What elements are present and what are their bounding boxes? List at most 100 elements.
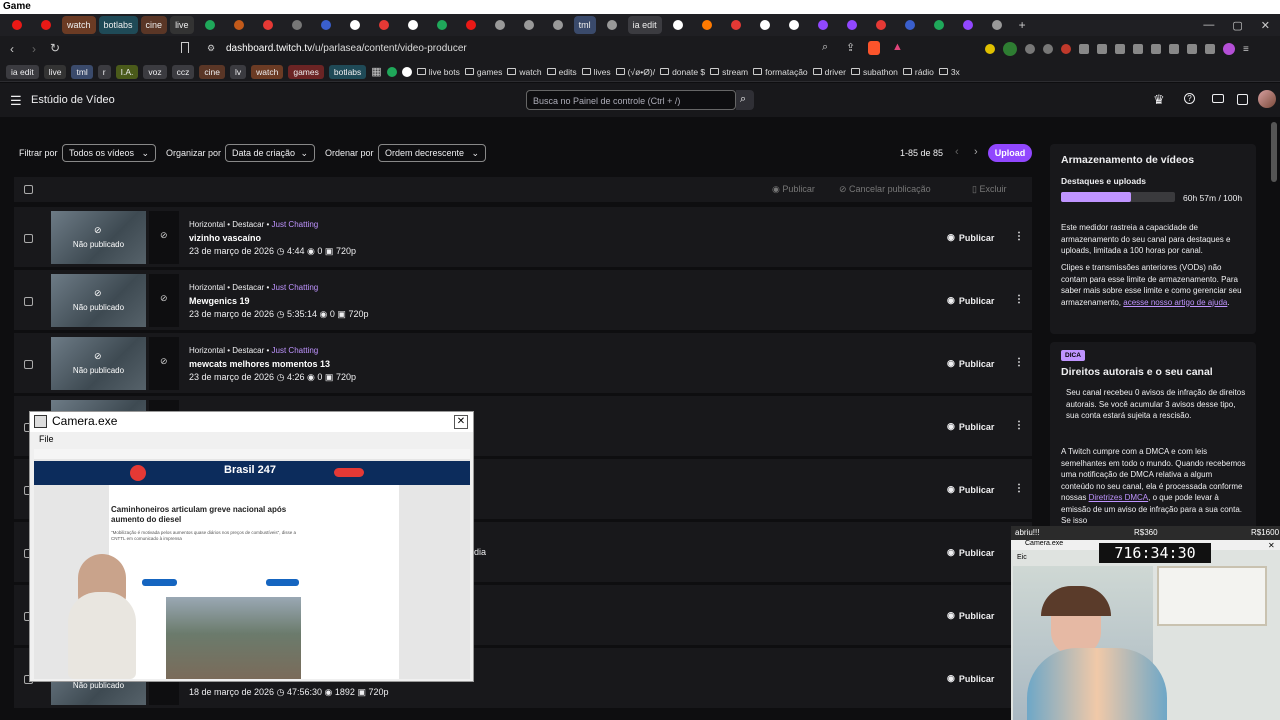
more-options-icon[interactable]: ⋮ <box>1014 294 1024 305</box>
row-checkbox[interactable] <box>24 297 33 306</box>
bookmark-botlabs[interactable]: botlabs <box>328 64 367 79</box>
browser-tab[interactable] <box>984 16 1010 34</box>
search-button[interactable]: ⌕ <box>736 90 754 110</box>
bookmark-r[interactable]: r <box>97 64 111 79</box>
rewards-icon[interactable]: ▲ <box>892 41 903 53</box>
close-icon[interactable]: ✕ <box>1268 541 1275 550</box>
tab-tml[interactable]: tml <box>573 16 596 34</box>
extension-icon[interactable] <box>1061 44 1071 54</box>
video-thumbnail[interactable] <box>51 274 146 327</box>
bulk-delete-button[interactable]: ▯ Excluir <box>972 184 1006 195</box>
more-options-icon[interactable]: ⋮ <box>1014 231 1024 242</box>
page-scrollbar[interactable] <box>1271 122 1277 182</box>
row-checkbox[interactable] <box>24 360 33 369</box>
browser-tab[interactable] <box>897 16 923 34</box>
tab-ia-edit[interactable]: ia edit <box>627 16 662 34</box>
whispers-icon[interactable] <box>1237 94 1248 105</box>
back-icon[interactable]: ‹ <box>10 42 14 56</box>
organize-dropdown[interactable]: Data de criação ⌄ <box>225 144 315 162</box>
video-category[interactable]: Just Chatting <box>272 220 319 229</box>
bookmark-cine[interactable]: cine <box>199 64 225 79</box>
video-thumbnail[interactable] <box>51 211 146 264</box>
browser-tab[interactable] <box>400 16 426 34</box>
browser-tab[interactable] <box>926 16 952 34</box>
browser-tab[interactable] <box>516 16 542 34</box>
profile-icon[interactable] <box>1223 43 1235 55</box>
bookmark-iaedit[interactable]: ia edit <box>6 64 39 79</box>
tab-botlabs[interactable]: botlabs <box>98 16 138 34</box>
bookmark-IA[interactable]: I.A. <box>115 64 139 79</box>
video-title[interactable]: vizinho vascaíno <box>189 233 261 243</box>
browser-tab[interactable] <box>226 16 252 34</box>
select-all-checkbox[interactable] <box>24 185 33 194</box>
extension-icon[interactable] <box>1097 44 1107 54</box>
browser-tab[interactable] <box>868 16 894 34</box>
extension-icon[interactable] <box>1205 44 1215 54</box>
help-article-link[interactable]: acesse nosso artigo de ajuda <box>1123 298 1227 307</box>
bookmark-folder[interactable]: lives <box>581 67 611 77</box>
hamburger-icon[interactable]: ☰ <box>10 93 22 109</box>
bookmark-ccz[interactable]: ccz <box>171 64 195 79</box>
more-options-icon[interactable]: ⋮ <box>1014 483 1024 494</box>
browser-tab[interactable] <box>487 16 513 34</box>
video-title[interactable]: mewcats melhores momentos 13 <box>189 359 330 369</box>
bulk-cancel-button[interactable]: ⊘ Cancelar publicação <box>839 184 931 195</box>
reload-icon[interactable]: ↻ <box>50 41 60 55</box>
share-icon[interactable]: ⇪ <box>846 41 855 54</box>
extension-icon[interactable] <box>985 44 995 54</box>
camera-window-titlebar[interactable]: Camera.exe <box>30 412 473 432</box>
tab-live[interactable]: live <box>170 16 194 34</box>
browser-tab[interactable] <box>33 16 59 34</box>
site-info-icon[interactable]: ⚙ <box>207 43 215 54</box>
browser-tab[interactable] <box>429 16 455 34</box>
order-dropdown[interactable]: Ordem decrescente ⌄ <box>378 144 486 162</box>
apps-grid-icon[interactable]: ▦ <box>371 65 381 78</box>
minimize-icon[interactable]: — <box>1203 19 1214 31</box>
close-icon[interactable]: ✕ <box>454 415 468 429</box>
extension-icon[interactable] <box>1151 44 1161 54</box>
extension-icon[interactable] <box>1115 44 1125 54</box>
browser-tab[interactable] <box>545 16 571 34</box>
publish-button[interactable]: ◉ Publicar <box>947 547 994 558</box>
tab-cine[interactable]: cine <box>140 16 168 34</box>
new-tab-icon[interactable]: + <box>1019 18 1026 32</box>
browser-tab[interactable] <box>371 16 397 34</box>
next-page-icon[interactable]: › <box>974 146 978 158</box>
crown-icon[interactable]: ♛ <box>1153 92 1165 108</box>
bookmark-voz[interactable]: voz <box>143 64 167 79</box>
small-camera-menu[interactable]: Eic <box>1017 554 1027 561</box>
video-title[interactable]: Mewgenics 19 <box>189 296 250 306</box>
browser-tab[interactable] <box>723 16 749 34</box>
bookmark-folder[interactable]: subathon <box>850 67 898 77</box>
bookmark-folder[interactable]: donate $ <box>660 67 705 77</box>
publish-button[interactable]: ◉ Publicar <box>947 232 994 243</box>
publish-button[interactable]: ◉ Publicar <box>947 673 994 684</box>
dashboard-search-input[interactable]: Busca no Painel de controle (Ctrl + /) <box>526 90 736 110</box>
bookmark-folder[interactable]: rádio <box>902 67 934 77</box>
video-category[interactable]: Just Chatting <box>272 283 319 292</box>
browser-tab[interactable] <box>781 16 807 34</box>
zoom-icon[interactable]: ⌕ <box>822 41 828 54</box>
bulk-publish-button[interactable]: ◉ Publicar <box>772 184 815 195</box>
help-icon[interactable]: ? <box>1184 93 1195 104</box>
bookmark-lv[interactable]: lv <box>229 64 247 79</box>
bookmark-folder[interactable]: live bots <box>416 67 460 77</box>
forward-icon[interactable]: › <box>32 42 36 56</box>
maximize-icon[interactable]: ▢ <box>1232 19 1242 32</box>
browser-tab[interactable] <box>810 16 836 34</box>
more-options-icon[interactable]: ⋮ <box>1014 357 1024 368</box>
bookmark-icon[interactable] <box>181 42 189 53</box>
publish-button[interactable]: ◉ Publicar <box>947 295 994 306</box>
extension-icon[interactable] <box>1043 44 1053 54</box>
bookmark-folder[interactable]: stream <box>710 67 748 77</box>
publish-button[interactable]: ◉ Publicar <box>947 358 994 369</box>
publish-button[interactable]: ◉ Publicar <box>947 421 994 432</box>
bookmark-folder[interactable]: 3x <box>938 67 960 77</box>
browser-tab[interactable] <box>839 16 865 34</box>
extension-icon[interactable] <box>1187 44 1197 54</box>
bookmark-tml[interactable]: tml <box>71 64 93 79</box>
bookmark-folder[interactable]: watch <box>507 67 542 77</box>
publish-button[interactable]: ◉ Publicar <box>947 484 994 495</box>
bookmark-folder[interactable]: formatação <box>753 67 808 77</box>
extension-icon[interactable] <box>1133 44 1143 54</box>
